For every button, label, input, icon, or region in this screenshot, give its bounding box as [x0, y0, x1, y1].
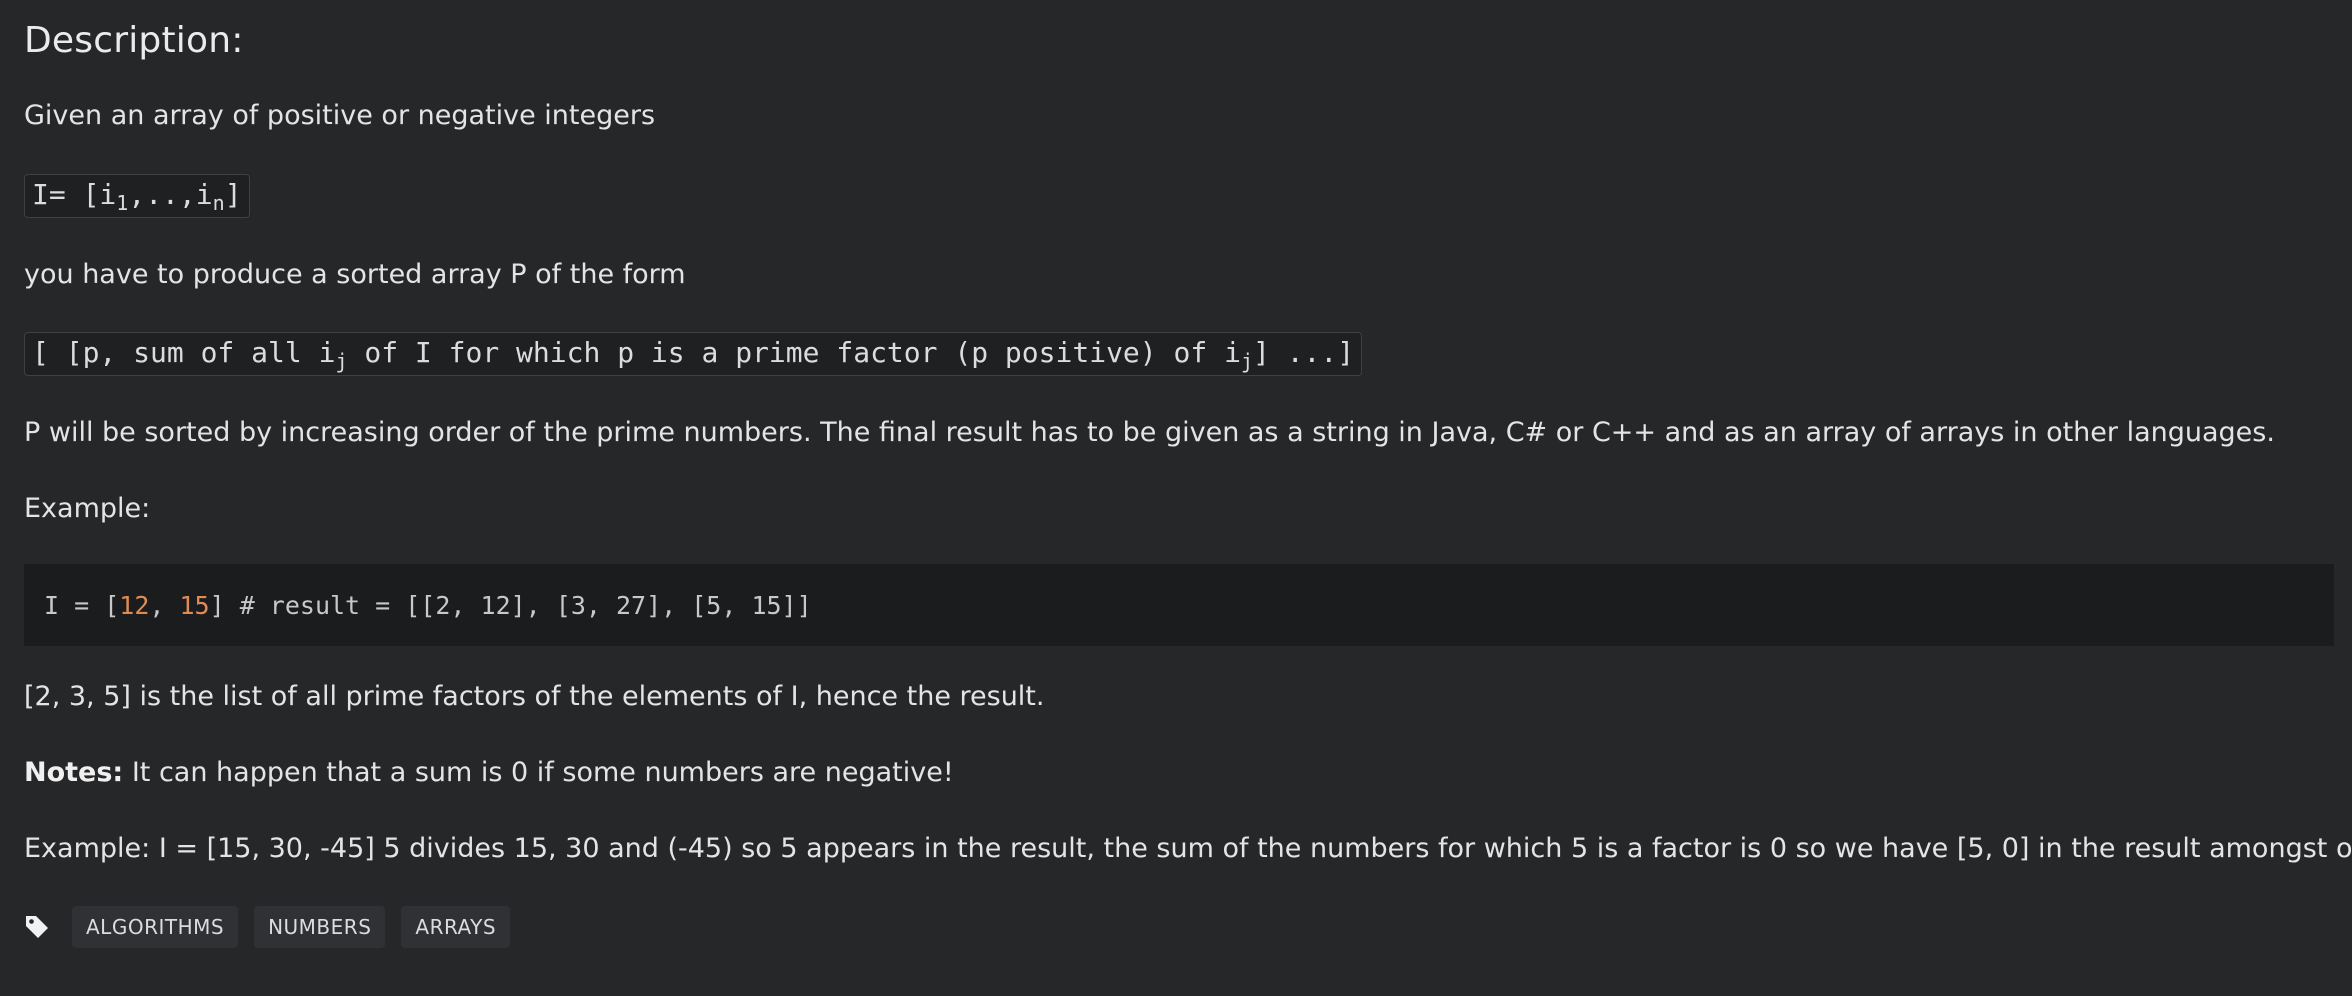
code-number: 12 — [119, 590, 150, 620]
tag-arrays[interactable]: ARRAYS — [401, 906, 511, 948]
code-text: [ [p, sum of all i — [32, 336, 336, 369]
code-text: of I for which p is a prime factor (p po… — [347, 336, 1241, 369]
tag-icon — [24, 914, 50, 940]
factors-text: [2, 3, 5] is the list of all prime facto… — [24, 681, 1045, 712]
intro-text: Given an array of positive or negative i… — [24, 100, 656, 131]
code-token: I = [ — [44, 590, 120, 620]
code-text: ] ...] — [1252, 336, 1355, 369]
code-text: ,..,i — [128, 178, 213, 211]
code-example-block: I = [12, 15] # result = [[2, 12], [3, 27… — [24, 564, 2334, 646]
code-subscript: n — [212, 191, 225, 215]
example2-text: Example: I = [15, 30, -45] 5 divides 15,… — [24, 833, 2352, 864]
code-subscript: j — [1240, 349, 1253, 373]
example-label: Example: — [24, 493, 151, 524]
code-text: I= [i — [32, 178, 117, 211]
notes-label: Notes: — [24, 757, 124, 788]
kata-description: Description: Given an array of positive … — [0, 0, 2352, 996]
code-token: , — [149, 590, 180, 620]
produce-text: you have to produce a sorted array P of … — [24, 259, 686, 290]
code-token: ] # result = [[2, 12], [3, 27], [5, 15]] — [209, 590, 812, 620]
array-definition-code: I= [i1,..,in] — [24, 174, 250, 218]
tag-list: ALGORITHMS NUMBERS ARRAYS — [24, 906, 526, 948]
code-number: 15 — [179, 590, 210, 620]
tag-numbers[interactable]: NUMBERS — [254, 906, 386, 948]
code-subscript: 1 — [116, 191, 129, 215]
code-text: ] — [224, 178, 242, 211]
tag-algorithms[interactable]: ALGORITHMS — [72, 906, 239, 948]
notes-text: It can happen that a sum is 0 if some nu… — [123, 757, 954, 788]
sorted-text: P will be sorted by increasing order of … — [24, 417, 2275, 448]
form-definition-code: [ [p, sum of all ij of I for which p is … — [24, 332, 1363, 376]
notes-paragraph: Notes: It can happen that a sum is 0 if … — [24, 757, 954, 788]
code-subscript: j — [335, 349, 348, 373]
description-title: Description: — [24, 20, 244, 61]
